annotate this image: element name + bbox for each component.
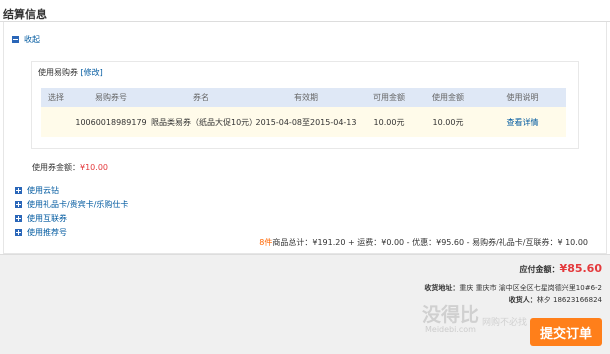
watermark-domain: Meidebi.com (425, 325, 476, 334)
section-title: 结算信息 (3, 8, 47, 21)
order-summary: 8件商品总计：¥191.20 + 运费：¥0.00 - 优惠：¥95.60 - … (259, 237, 588, 248)
summary-text: 商品总计：¥191.20 + 运费：¥0.00 - 优惠：¥95.60 - 易购… (272, 238, 588, 247)
plus-box-icon (15, 215, 22, 222)
plus-box-icon (15, 229, 22, 236)
col-available: 可用金额 (361, 88, 417, 107)
option-label: 使用推荐号 (27, 228, 67, 237)
view-details-link[interactable]: 查看详情 (479, 107, 566, 137)
coupon-table: 选择 易购券号 券名 有效期 可用金额 使用金额 使用说明 1006001898… (41, 88, 566, 137)
plus-box-icon (15, 201, 22, 208)
collapse-toggle[interactable]: 收起 (12, 34, 40, 45)
col-select: 选择 (41, 88, 71, 107)
option-gift-card[interactable]: 使用礼品卡/贵宾卡/乐购仕卡 (15, 199, 128, 210)
watermark-logo: 没得比 (422, 304, 480, 326)
option-cloud-diamond[interactable]: 使用云钻 (15, 185, 59, 196)
coupon-label: 使用易购券 (38, 68, 78, 77)
cell-select[interactable] (41, 107, 71, 137)
cell-name: 限品类易券（纸品大促10元） (151, 107, 257, 137)
coupon-amount: 使用券金额：¥10.00 (32, 162, 108, 173)
col-used: 使用金额 (417, 88, 479, 107)
col-details: 使用说明 (479, 88, 566, 107)
plus-box-icon (15, 187, 22, 194)
address-value: 重庆 重庆市 渝中区全区七星岗德兴里10#6-2 (459, 284, 602, 292)
cell-available: 10.00元 (361, 107, 417, 137)
submit-order-button[interactable]: 提交订单 (530, 318, 602, 346)
collapse-label: 收起 (24, 35, 40, 44)
item-count: 8件 (259, 238, 273, 247)
option-label: 使用云钻 (27, 186, 59, 195)
col-validity: 有效期 (251, 88, 361, 107)
amount-due-label: 应付金额： (519, 265, 560, 274)
col-name: 券名 (151, 88, 251, 107)
col-number: 易购券号 (71, 88, 151, 107)
coupon-amount-label: 使用券金额： (32, 163, 80, 172)
shipping-address: 收货地址：重庆 重庆市 渝中区全区七星岗德兴里10#6-2 (424, 283, 602, 293)
cell-validity: 2015-04-08至2015-04-13 (251, 107, 361, 137)
amount-due-value: ¥85.60 (559, 262, 602, 275)
cell-number: 10060018989179 (71, 107, 151, 137)
table-row[interactable]: 10060018989179 限品类易券（纸品大促10元） 2015-04-08… (41, 107, 566, 137)
receiver-value: 林夕 18623166824 (536, 296, 602, 304)
option-interconnect-coupon[interactable]: 使用互联券 (15, 213, 67, 224)
address-label: 收货地址： (424, 284, 460, 292)
minus-box-icon (12, 36, 19, 43)
coupon-heading: 使用易购券 [修改] (38, 67, 103, 78)
modify-coupon-link[interactable]: [修改] (81, 68, 103, 77)
coupon-amount-value: ¥10.00 (80, 163, 108, 172)
receiver-label: 收货人： (508, 296, 537, 304)
coupon-table-header: 选择 易购券号 券名 有效期 可用金额 使用金额 使用说明 (41, 88, 566, 107)
option-label: 使用礼品卡/贵宾卡/乐购仕卡 (27, 200, 129, 209)
cell-used: 10.00元 (417, 107, 479, 137)
receiver: 收货人：林夕 18623166824 (509, 295, 602, 305)
amount-due: 应付金额：¥85.60 (520, 262, 602, 275)
option-referral-code[interactable]: 使用推荐号 (15, 227, 67, 238)
watermark-tagline: 网购不必找 (482, 318, 528, 328)
option-label: 使用互联券 (27, 214, 67, 223)
